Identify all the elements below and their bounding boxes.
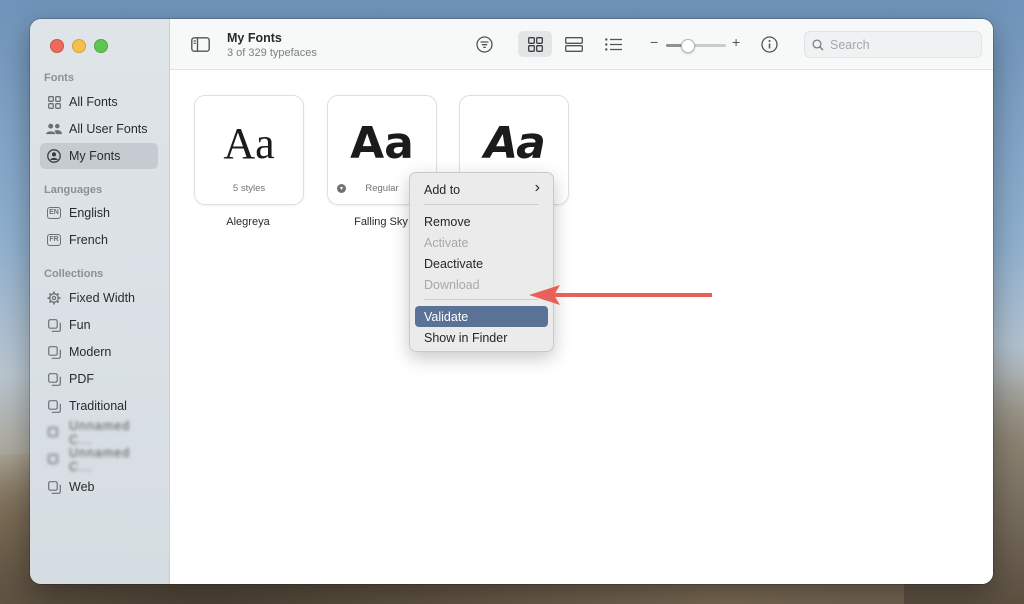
menu-item-activate: Activate — [424, 235, 469, 250]
window-controls — [50, 39, 108, 53]
gear-icon — [46, 290, 62, 306]
menu-item-show-in-finder[interactable]: Show in Finder — [415, 327, 548, 348]
list-view-icon — [605, 37, 622, 51]
filter-button[interactable] — [467, 31, 501, 57]
typeface-count: 3 of 329 typefaces — [227, 47, 317, 59]
zoom-slider-knob[interactable] — [681, 39, 695, 53]
sidebar-item-fun[interactable]: Fun — [40, 312, 158, 338]
sidebar-item-label: Modern — [69, 345, 112, 359]
sidebar-item-all-fonts[interactable]: All Fonts — [40, 89, 158, 115]
sidebar-item-all-user-fonts[interactable]: All User Fonts — [40, 116, 158, 142]
sidebar: Fonts All Fonts All User Fonts My Fonts … — [30, 19, 170, 584]
section-collections: Collections — [44, 268, 104, 280]
font-sample: Aa — [223, 119, 275, 168]
sidebar-item-label: Fixed Width — [69, 291, 135, 305]
sidebar-item-label: Web — [69, 480, 95, 494]
language-badge-icon: EN — [46, 205, 62, 221]
search-icon — [812, 38, 824, 51]
collection-icon — [46, 371, 62, 387]
font-grid: Aa 5 styles Alegreya Aa ▾ Regular Fallin… — [170, 70, 993, 584]
font-name: Alegreya — [226, 216, 270, 228]
collection-icon — [46, 317, 62, 333]
sidebar-item-fixed-width[interactable]: Fixed Width — [40, 285, 158, 311]
filter-icon — [475, 35, 493, 53]
sidebar-item-traditional[interactable]: Traditional — [40, 393, 158, 419]
sidebar-item-label: English — [69, 206, 110, 220]
list-view-button[interactable] — [597, 31, 631, 57]
sidebar-item-label: Unnamed C... — [69, 419, 131, 447]
sidebar-item-blurred-1[interactable]: Unnamed C... — [40, 419, 158, 447]
chevron-right-icon: › — [534, 179, 540, 196]
sidebar-item-label: All Fonts — [69, 95, 118, 109]
close-button[interactable] — [50, 39, 64, 53]
collection-icon — [46, 452, 62, 468]
users-icon — [46, 121, 62, 137]
font-card-alegreya[interactable]: Aa 5 styles — [194, 95, 304, 205]
language-badge-icon: FR — [46, 232, 62, 248]
font-sample: Aa — [350, 118, 414, 169]
sidebar-item-blurred-2[interactable]: Unnamed C... — [40, 446, 158, 474]
menu-separator — [424, 204, 539, 205]
person-circle-icon — [46, 148, 62, 164]
zoom-button[interactable] — [94, 39, 108, 53]
collection-icon — [46, 344, 62, 360]
section-fonts: Fonts — [44, 72, 74, 84]
info-icon — [760, 35, 778, 53]
sidebar-item-label: Traditional — [69, 399, 127, 413]
sidebar-item-label: Unnamed C... — [69, 446, 131, 474]
search-field[interactable]: Search — [804, 31, 982, 58]
strip-view-button[interactable] — [557, 31, 591, 57]
sidebar-item-label: French — [69, 233, 108, 247]
window-title: My Fonts — [227, 31, 282, 45]
sidebar-item-english[interactable]: EN English — [40, 200, 158, 226]
sidebar-item-web[interactable]: Web — [40, 474, 158, 500]
sidebar-item-label: My Fonts — [69, 149, 121, 163]
section-languages: Languages — [44, 184, 103, 196]
strip-view-icon — [565, 36, 583, 52]
collection-icon — [46, 479, 62, 495]
sidebar-icon — [190, 36, 210, 52]
sidebar-item-pdf[interactable]: PDF — [40, 366, 158, 392]
font-style-count: 5 styles — [232, 183, 266, 194]
sidebar-item-french[interactable]: FR French — [40, 227, 158, 253]
grid-view-button[interactable] — [518, 31, 552, 57]
zoom-in-icon[interactable]: + — [732, 34, 740, 50]
menu-item-deactivate[interactable]: Deactivate — [415, 253, 548, 274]
toolbar: My Fonts 3 of 329 typefaces − + Search — [170, 19, 993, 70]
zoom-out-icon[interactable]: − — [650, 34, 658, 50]
collection-icon — [46, 398, 62, 414]
annotation-arrow-icon — [529, 285, 712, 305]
sidebar-item-label: Fun — [69, 318, 91, 332]
menu-item-remove[interactable]: Remove — [415, 211, 548, 232]
zoom-slider-track[interactable] — [666, 39, 726, 53]
sidebar-item-label: PDF — [69, 372, 94, 386]
sidebar-item-my-fonts[interactable]: My Fonts — [40, 143, 158, 169]
grid-view-icon — [527, 36, 543, 52]
font-book-window: Fonts All Fonts All User Fonts My Fonts … — [30, 19, 993, 584]
collection-icon — [46, 425, 62, 441]
menu-separator — [424, 299, 539, 300]
info-button[interactable] — [752, 31, 786, 57]
search-placeholder: Search — [830, 37, 870, 52]
sidebar-item-modern[interactable]: Modern — [40, 339, 158, 365]
menu-item-validate[interactable]: Validate — [415, 306, 548, 327]
menu-item-add-to[interactable]: Add to › — [415, 179, 548, 200]
sidebar-item-label: All User Fonts — [69, 122, 148, 136]
grid-icon — [46, 94, 62, 110]
minimize-button[interactable] — [72, 39, 86, 53]
font-sample: Aa — [484, 118, 546, 169]
toggle-sidebar-button[interactable] — [183, 31, 217, 57]
context-menu: Add to › Remove Activate Deactivate Down… — [409, 172, 554, 352]
